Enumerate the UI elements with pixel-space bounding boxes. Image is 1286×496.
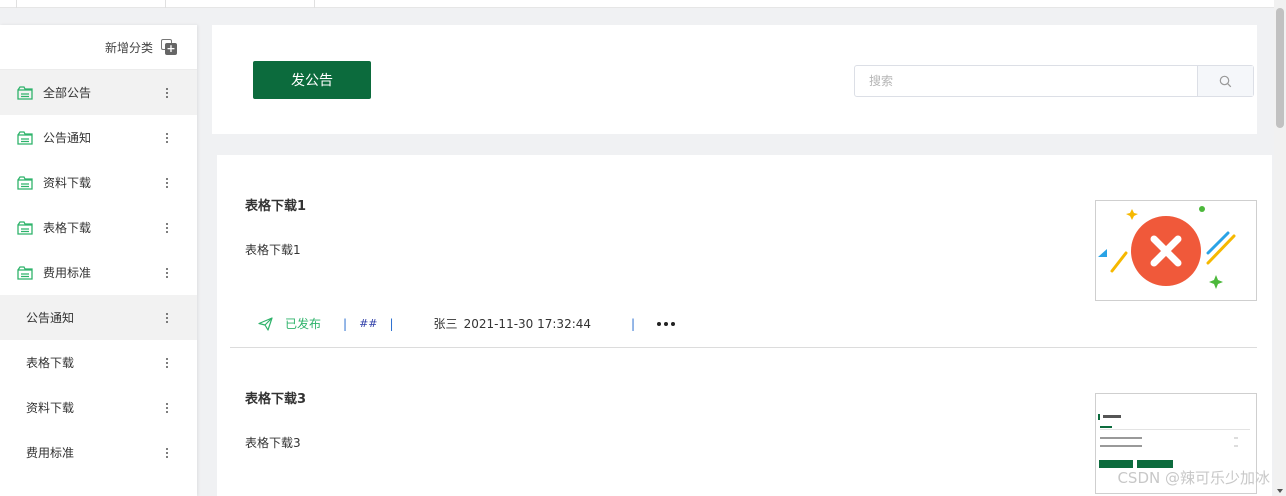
add-category-icon[interactable]: + xyxy=(161,39,177,55)
category-sidebar: 新增分类 + 全部公告 公告通知 资料下载 表格下载 费用标准 公告通知 表格下… xyxy=(0,25,197,496)
status-badge: 已发布 xyxy=(258,315,321,332)
more-options-icon[interactable] xyxy=(157,401,177,415)
category-item-all[interactable]: 全部公告 xyxy=(0,70,197,115)
subcategory-item[interactable]: 表格下载 xyxy=(0,340,197,385)
more-options-icon[interactable] xyxy=(157,446,177,460)
subcategory-label: 费用标准 xyxy=(26,446,75,460)
category-item[interactable]: 资料下载 xyxy=(0,160,197,205)
add-category-label[interactable]: 新增分类 xyxy=(105,39,153,56)
notice-item[interactable]: 表格下载3 表格下载3 xyxy=(230,348,1257,496)
category-label: 全部公告 xyxy=(43,86,92,100)
search-input[interactable] xyxy=(855,66,1197,96)
sidebar-header: 新增分类 + xyxy=(0,25,197,70)
category-item[interactable]: 费用标准 xyxy=(0,250,197,295)
category-label: 费用标准 xyxy=(43,266,92,280)
subcategory-label: 公告通知 xyxy=(26,311,75,325)
notice-title[interactable]: 表格下载1 xyxy=(245,195,306,214)
subcategory-item[interactable]: 公告通知 xyxy=(0,295,197,340)
more-options-icon[interactable] xyxy=(157,176,177,190)
more-actions-icon[interactable] xyxy=(657,321,676,326)
more-options-icon[interactable] xyxy=(157,86,177,100)
notice-tag: ## xyxy=(359,317,378,330)
publish-notice-button[interactable]: 发公告 xyxy=(253,61,371,99)
tab-divider xyxy=(314,0,315,8)
tab-bar xyxy=(0,0,1274,8)
notice-author: 张三 xyxy=(433,317,458,331)
folder-icon xyxy=(17,85,33,100)
notice-thumbnail[interactable] xyxy=(1095,200,1257,301)
notice-datetime: 2021-11-30 17:32:44 xyxy=(463,316,592,331)
folder-icon xyxy=(17,130,33,145)
folder-icon xyxy=(17,175,33,190)
folder-icon xyxy=(17,220,33,235)
folder-icon xyxy=(17,265,33,280)
search-button[interactable] xyxy=(1197,66,1253,96)
page-scrollbar[interactable] xyxy=(1274,0,1286,496)
search-box xyxy=(854,65,1254,97)
toolbar-card: 发公告 xyxy=(212,25,1257,134)
category-item[interactable]: 公告通知 xyxy=(0,115,197,160)
tab-divider xyxy=(165,0,166,8)
subcategory-label: 资料下载 xyxy=(26,401,75,415)
subcategory-item[interactable]: 资料下载 xyxy=(0,385,197,430)
search-icon xyxy=(1219,75,1232,87)
notice-item[interactable]: 表格下载1 表格下载1 已发布 | ## | 张三 2021-11-30 17:… xyxy=(230,155,1257,348)
divider: | xyxy=(389,316,394,331)
divider: | xyxy=(631,316,636,331)
image-load-error-icon xyxy=(1098,206,1236,289)
more-options-icon[interactable] xyxy=(157,266,177,280)
notice-meta: 已发布 | ## | 张三 2021-11-30 17:32:44 | xyxy=(258,315,676,332)
subcategory-label: 表格下载 xyxy=(26,356,75,370)
category-label: 资料下载 xyxy=(43,176,92,190)
more-options-icon[interactable] xyxy=(157,131,177,145)
notice-list: 表格下载1 表格下载1 已发布 | ## | 张三 2021-11-30 17:… xyxy=(217,155,1272,496)
status-label: 已发布 xyxy=(285,317,322,331)
scrollbar-thumb[interactable] xyxy=(1276,8,1284,128)
scroll-down-arrow-icon[interactable] xyxy=(1277,489,1283,493)
notice-title[interactable]: 表格下载3 xyxy=(245,388,306,407)
subcategory-item[interactable]: 费用标准 xyxy=(0,430,197,475)
notice-summary: 表格下载1 xyxy=(245,243,301,257)
category-label: 表格下载 xyxy=(43,221,92,235)
category-label: 公告通知 xyxy=(43,131,92,145)
notice-summary: 表格下载3 xyxy=(245,436,301,450)
more-options-icon[interactable] xyxy=(157,356,177,370)
tab-divider xyxy=(16,0,17,8)
watermark: CSDN @辣可乐少加冰 xyxy=(1117,469,1270,487)
more-options-icon[interactable] xyxy=(157,221,177,235)
send-icon xyxy=(258,316,273,331)
divider: | xyxy=(343,316,348,331)
category-item[interactable]: 表格下载 xyxy=(0,205,197,250)
more-options-icon[interactable] xyxy=(157,311,177,325)
